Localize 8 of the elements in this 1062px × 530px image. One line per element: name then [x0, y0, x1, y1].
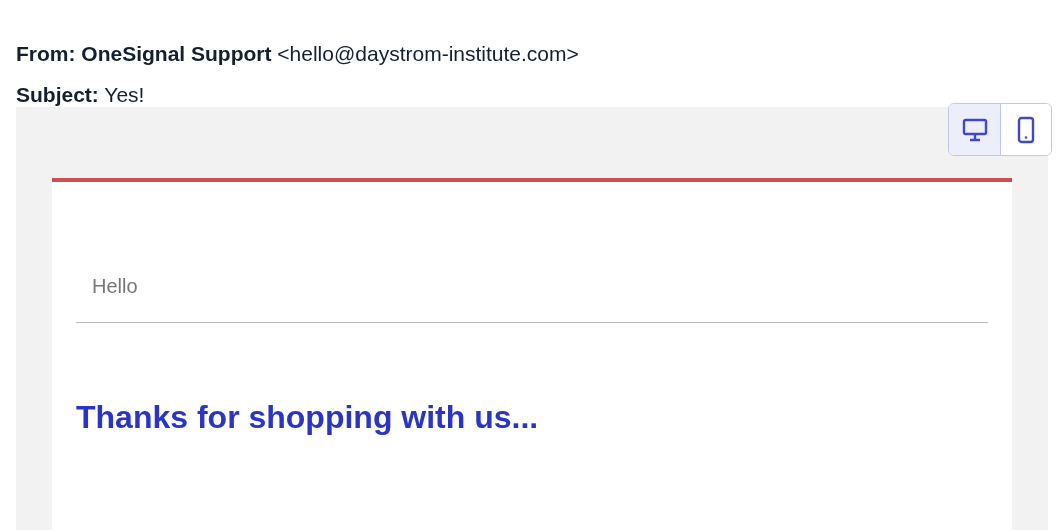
email-heading: Thanks for shopping with us... [76, 399, 540, 436]
smartphone-icon [1017, 115, 1035, 144]
subject-line: Subject: Yes! [16, 83, 146, 107]
desktop-icon [961, 117, 988, 142]
greeting-text: Hello [76, 182, 988, 323]
desktop-view-button[interactable] [949, 104, 1000, 155]
sender-line: From: OneSignal Support <hello@daystrom-institute.com> [16, 41, 580, 67]
mobile-view-button[interactable] [1000, 104, 1051, 155]
